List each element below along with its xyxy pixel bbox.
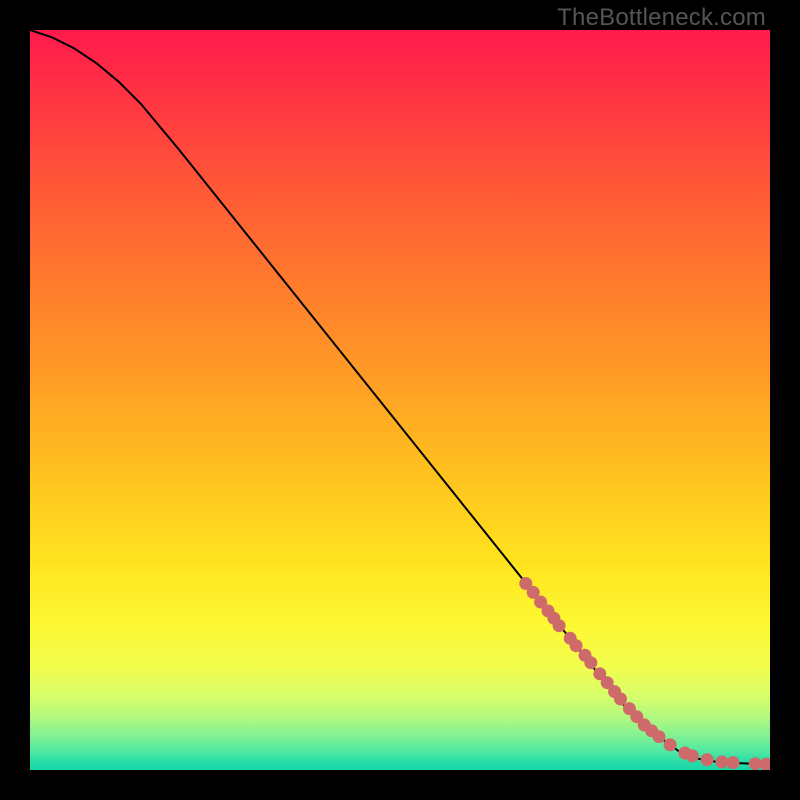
highlight-point [653, 730, 666, 743]
highlight-point [749, 757, 762, 770]
highlight-point [727, 756, 740, 769]
highlight-point [715, 755, 728, 768]
highlight-point [553, 619, 566, 632]
gradient-background [30, 30, 770, 770]
highlight-point [614, 693, 627, 706]
highlight-point [701, 753, 714, 766]
highlight-point [664, 738, 677, 751]
plot-area [30, 30, 770, 770]
chart-frame: TheBottleneck.com [0, 0, 800, 800]
highlight-point [686, 749, 699, 762]
chart-svg [30, 30, 770, 770]
highlight-point [584, 656, 597, 669]
highlight-point [570, 639, 583, 652]
watermark-text: TheBottleneck.com [557, 4, 766, 32]
